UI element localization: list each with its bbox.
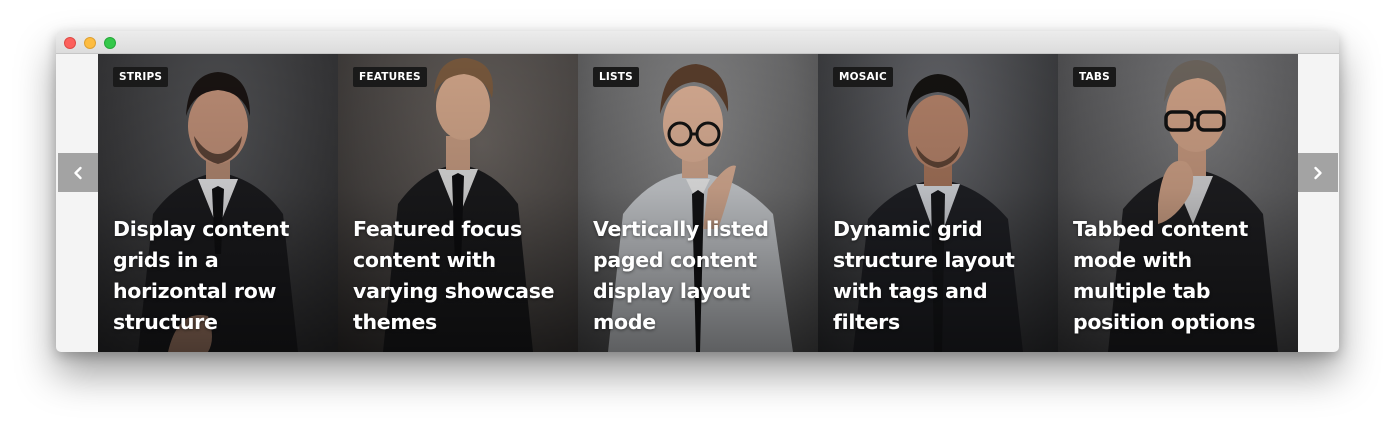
slide-card-tabs[interactable]: TABS Tabbed content mode with multiple t… [1058, 54, 1298, 352]
category-tag[interactable]: STRIPS [113, 67, 169, 87]
category-tag[interactable]: FEATURES [353, 67, 427, 87]
close-window-button[interactable] [64, 37, 76, 49]
chevron-right-icon [1314, 166, 1322, 179]
next-slide-button[interactable] [1298, 153, 1338, 192]
slide-card-mosaic[interactable]: MOSAIC Dynamic grid structure layout wit… [818, 54, 1058, 352]
card-title[interactable]: Dynamic grid structure layout with tags … [833, 214, 1048, 338]
maximize-window-button[interactable] [104, 37, 116, 49]
card-title[interactable]: Tabbed content mode with multiple tab po… [1073, 214, 1288, 338]
category-tag[interactable]: LISTS [593, 67, 639, 87]
previous-slide-button[interactable] [58, 153, 98, 192]
browser-window: STRIPS Display content grids in a horizo… [56, 31, 1339, 352]
chevron-left-icon [74, 166, 82, 179]
slide-card-lists[interactable]: LISTS Vertically listed paged content di… [578, 54, 818, 352]
card-title[interactable]: Vertically listed paged content display … [593, 214, 808, 338]
category-tag[interactable]: MOSAIC [833, 67, 893, 87]
slide-card-features[interactable]: FEATURES Featured focus content with var… [338, 54, 578, 352]
category-tag[interactable]: TABS [1073, 67, 1116, 87]
card-title[interactable]: Featured focus content with varying show… [353, 214, 568, 338]
content-slider: STRIPS Display content grids in a horizo… [98, 54, 1298, 352]
slide-card-strips[interactable]: STRIPS Display content grids in a horizo… [98, 54, 338, 352]
title-bar [56, 31, 1339, 54]
minimize-window-button[interactable] [84, 37, 96, 49]
card-title[interactable]: Display content grids in a horizontal ro… [113, 214, 328, 338]
